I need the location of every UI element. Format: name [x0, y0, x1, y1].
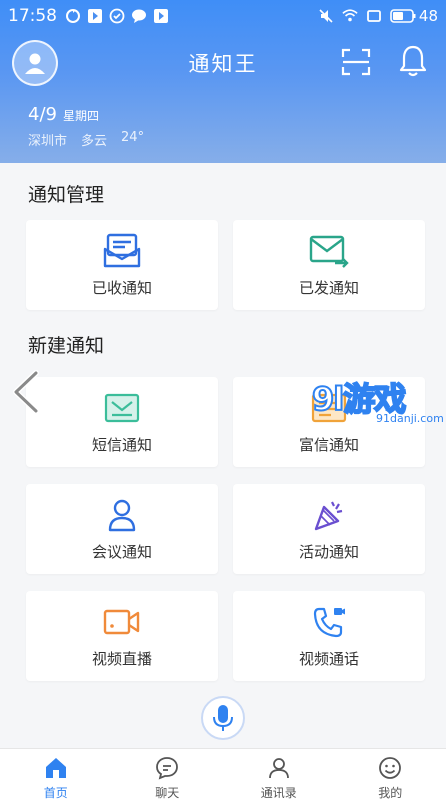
date-row: 4/9 星期四	[28, 104, 99, 125]
tab-chat[interactable]: 聊天	[112, 749, 224, 807]
app-header: 17:58 48 通知王 4/9 星期四 深圳市 多云 24°	[0, 0, 446, 163]
battery-level: 48	[418, 7, 438, 25]
microphone-icon	[213, 705, 233, 731]
back-arrow-button[interactable]	[10, 370, 44, 414]
check-circle-icon	[109, 8, 125, 24]
message-bubble-icon	[131, 8, 147, 24]
sent-mail-icon	[309, 233, 349, 269]
tab-chat-label: 聊天	[155, 785, 180, 800]
video-app-icon	[87, 8, 103, 24]
meeting-notification-card[interactable]: 会议通知	[26, 484, 218, 574]
weather-text: 多云	[81, 134, 108, 149]
notification-bell-button[interactable]	[397, 44, 429, 78]
contacts-icon	[267, 756, 291, 780]
smiley-face-icon	[378, 756, 402, 780]
video-camera-icon	[102, 604, 142, 640]
home-icon	[44, 756, 68, 780]
status-system-icons: 48	[318, 7, 438, 25]
chevron-left-icon	[13, 370, 39, 414]
status-time: 17:58	[8, 6, 57, 26]
bottom-tab-bar: 首页 聊天 通讯录 我的	[0, 748, 446, 807]
tab-home-label: 首页	[43, 785, 68, 800]
sync-icon	[65, 8, 81, 24]
status-notification-icons	[65, 8, 169, 24]
tab-mine[interactable]: 我的	[335, 749, 446, 807]
received-notifications-card[interactable]: 已收通知	[26, 220, 218, 310]
wifi-icon	[342, 8, 358, 24]
sms-notification-card[interactable]: 短信通知	[26, 377, 218, 467]
sms-notification-label: 短信通知	[91, 435, 152, 454]
scan-icon	[341, 48, 371, 76]
rich-message-notification-label: 富信通知	[298, 435, 359, 454]
section-title-create: 新建通知	[28, 335, 105, 357]
date-text: 4/9	[28, 104, 57, 125]
sent-notifications-label: 已发通知	[298, 278, 359, 297]
tab-contacts[interactable]: 通讯录	[223, 749, 335, 807]
video-call-label: 视频通话	[298, 649, 359, 668]
watermark-url: 91danji.com	[376, 412, 444, 425]
temperature-text: 24°	[121, 130, 145, 145]
video-call-card[interactable]: 视频通话	[233, 591, 425, 681]
watermark: 9l游戏 91danji.com	[311, 374, 446, 434]
tab-contacts-label: 通讯录	[260, 785, 297, 800]
live-video-label: 视频直播	[91, 649, 152, 668]
meeting-person-icon	[102, 497, 142, 533]
weekday-text: 星期四	[62, 109, 99, 123]
inbox-mail-icon	[102, 233, 142, 269]
event-notification-card[interactable]: 活动通知	[233, 484, 425, 574]
city-text: 深圳市	[28, 134, 68, 149]
chat-bubble-icon	[155, 756, 179, 780]
party-popper-icon	[309, 497, 349, 533]
tab-mine-label: 我的	[378, 785, 403, 800]
received-notifications-label: 已收通知	[91, 278, 152, 297]
weather-row: 深圳市 多云 24°	[28, 130, 144, 149]
screen-icon	[366, 8, 382, 24]
status-bar: 17:58 48	[0, 0, 446, 32]
mute-icon	[318, 8, 334, 24]
meeting-notification-label: 会议通知	[91, 542, 152, 561]
event-notification-label: 活动通知	[298, 542, 359, 561]
sms-icon	[102, 390, 142, 426]
live-video-card[interactable]: 视频直播	[26, 591, 218, 681]
bell-icon	[399, 45, 427, 77]
play-icon	[153, 8, 169, 24]
scan-button[interactable]	[340, 46, 372, 78]
page-title: 通知王	[188, 52, 258, 76]
section-title-manage: 通知管理	[28, 184, 105, 206]
sent-notifications-card[interactable]: 已发通知	[233, 220, 425, 310]
tab-home[interactable]: 首页	[0, 749, 112, 807]
battery-indicator: 48	[390, 7, 438, 25]
voice-input-button[interactable]	[201, 696, 245, 740]
voice-button-container	[193, 688, 253, 748]
video-call-phone-icon	[309, 604, 349, 640]
